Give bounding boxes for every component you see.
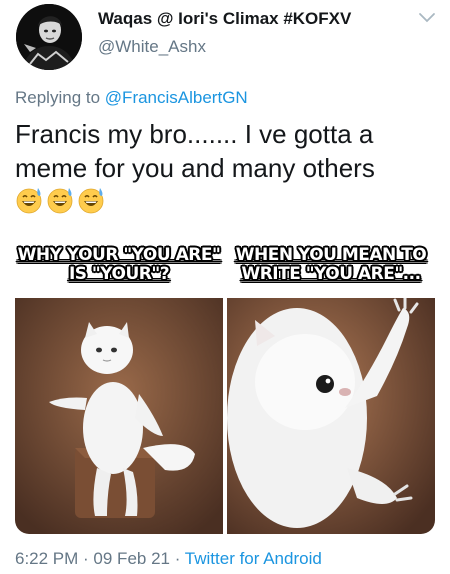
author-display-name[interactable]: Waqas @ Iori's Climax #KOFXV bbox=[98, 9, 351, 29]
tweet-header: Waqas @ Iori's Climax #KOFXV @White_Ashx bbox=[0, 0, 450, 80]
author-handle[interactable]: @White_Ashx bbox=[98, 37, 206, 57]
meme-photo-right bbox=[227, 298, 435, 534]
tweet-media[interactable]: WHY YOUR "YOU ARE" IS "YOUR"? WHEN YOU M… bbox=[15, 232, 435, 534]
grinning-sweat-emoji-icon bbox=[78, 188, 104, 214]
tweet-text: Francis my bro....... I ve gotta a meme … bbox=[15, 119, 375, 183]
meme-caption-right: WHEN YOU MEAN TO WRITE "YOU ARE"... bbox=[227, 246, 435, 284]
tweet-footer: 6:22 PM · 09 Feb 21 · Twitter for Androi… bbox=[15, 549, 322, 569]
tweet-source-link[interactable]: Twitter for Android bbox=[185, 549, 322, 568]
tweet-date[interactable]: 09 Feb 21 bbox=[93, 549, 170, 568]
avatar-image bbox=[16, 4, 82, 70]
meme-caption-left-line1: WHY YOUR "YOU ARE" bbox=[17, 245, 221, 265]
grinning-sweat-emoji-icon bbox=[16, 188, 42, 214]
grinning-sweat-emoji-icon bbox=[47, 188, 73, 214]
meme-caption-right-line1: WHEN YOU MEAN TO bbox=[235, 245, 427, 265]
reply-mention-link[interactable]: @FrancisAlbertGN bbox=[105, 88, 248, 107]
meme-caption-left: WHY YOUR "YOU ARE" IS "YOUR"? bbox=[15, 246, 223, 284]
replying-to-label: Replying to bbox=[15, 88, 101, 107]
meme-caption-right-line2: WRITE "YOU ARE"... bbox=[241, 264, 421, 284]
meme-caption-left-line2: IS "YOUR"? bbox=[68, 264, 170, 284]
footer-separator: · bbox=[169, 549, 185, 568]
tweet-time[interactable]: 6:22 PM bbox=[15, 549, 78, 568]
standing-cat-image bbox=[15, 298, 223, 534]
replying-to: Replying to @FrancisAlbertGN bbox=[15, 88, 248, 108]
chevron-down-icon[interactable] bbox=[418, 12, 436, 24]
gesturing-cat-image bbox=[227, 298, 435, 534]
emoji-row bbox=[15, 186, 105, 216]
meme-photo-left bbox=[15, 298, 223, 534]
meme-panel-left: WHY YOUR "YOU ARE" IS "YOUR"? bbox=[15, 232, 223, 534]
meme-panel-right: WHEN YOU MEAN TO WRITE "YOU ARE"... bbox=[227, 232, 435, 534]
footer-separator: · bbox=[78, 549, 94, 568]
avatar[interactable] bbox=[16, 4, 82, 70]
